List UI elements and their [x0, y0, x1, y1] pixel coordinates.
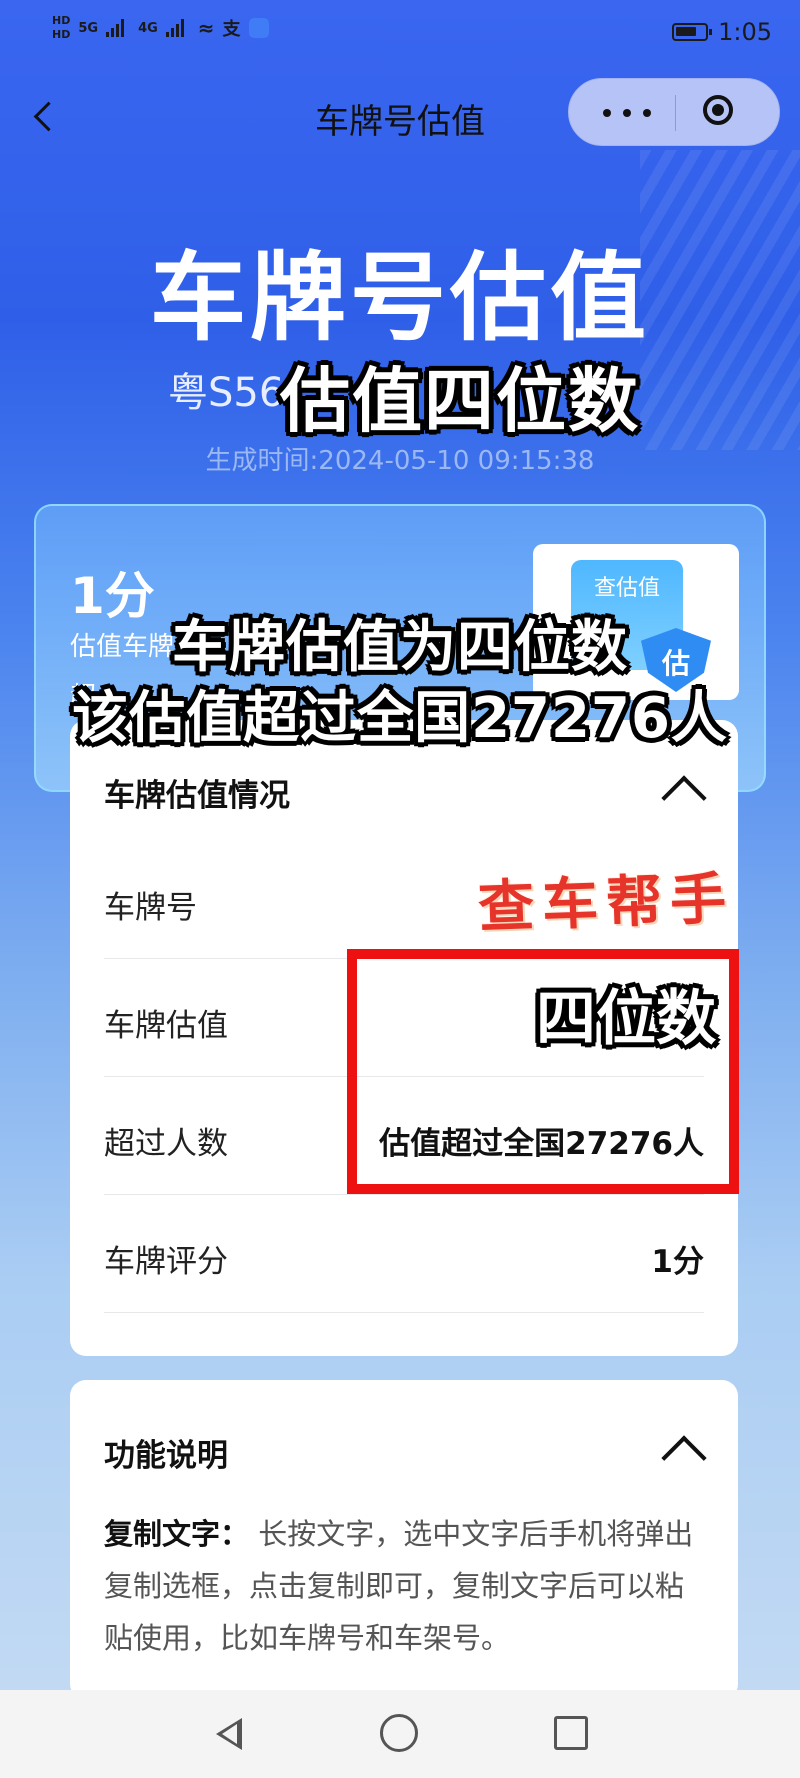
- overlay-caption-top: 估值四位数: [280, 360, 640, 442]
- status-bar: HD HD 5G 4G ≈ 支 1:05: [0, 0, 800, 70]
- hero-title: 车牌号估值: [150, 242, 650, 354]
- miniprogram-capsule: [568, 78, 780, 146]
- status-time: 1:05: [718, 18, 772, 46]
- chevron-up-icon-2[interactable]: [660, 1432, 706, 1462]
- net2-label: 4G: [138, 20, 158, 36]
- hd1-label: HD: [52, 14, 71, 27]
- alipay-icon: 支: [222, 19, 241, 40]
- nav-home-icon[interactable]: [378, 1712, 422, 1756]
- nav-back-icon[interactable]: [212, 1712, 256, 1756]
- plate-number-partial: 粤S56: [168, 370, 285, 416]
- hd2-label: HD: [52, 28, 71, 41]
- row-label: 车牌号: [104, 890, 197, 926]
- valuation-panel-title: 车牌估值情况: [104, 778, 290, 814]
- function-panel-title: 功能说明: [104, 1438, 228, 1474]
- more-icon[interactable]: [587, 87, 667, 137]
- function-panel: 功能说明 复制文字： 长按文字，选中文字后手机将弹出复制选框，点击复制即可，复制…: [70, 1380, 738, 1700]
- signal-icon: [106, 19, 130, 37]
- status-left: HD HD 5G 4G ≈ 支: [52, 14, 269, 42]
- row-label: 车牌估值: [104, 1008, 228, 1044]
- system-nav-bar: [0, 1690, 800, 1778]
- close-target-icon[interactable]: [699, 91, 743, 135]
- net1-label: 5G: [78, 20, 99, 36]
- row-value: 1分: [651, 1244, 704, 1280]
- battery-icon: [672, 23, 713, 41]
- row-label: 车牌评分: [104, 1244, 228, 1280]
- app-notification-icon: [248, 18, 269, 38]
- overlay-caption-mid-2: 该估值超过全国27276人: [72, 686, 728, 751]
- table-row: 车牌评分 1分: [104, 1194, 704, 1313]
- hd-indicators: HD HD: [52, 14, 70, 42]
- nav-recent-icon[interactable]: [550, 1712, 594, 1756]
- signal-icon-2: [165, 19, 190, 37]
- nav-bar: 车牌号估值: [0, 70, 800, 160]
- status-right: 1:05: [672, 18, 772, 46]
- watermark-text: 查车帮手: [477, 866, 736, 941]
- function-description: 复制文字： 长按文字，选中文字后手机将弹出复制选框，点击复制即可，复制文字后可以…: [104, 1508, 708, 1664]
- function-desc-bold: 复制文字：: [104, 1517, 250, 1551]
- chevron-up-icon[interactable]: [660, 772, 706, 802]
- overlay-caption-mid-1: 车牌估值为四位数: [172, 615, 628, 680]
- capsule-divider: [675, 95, 676, 131]
- wifi-icon: ≈: [197, 16, 215, 40]
- overlay-caption-box: 四位数: [536, 984, 716, 1054]
- row-label: 超过人数: [104, 1126, 228, 1162]
- query-valuation-label: 查估值: [593, 576, 660, 601]
